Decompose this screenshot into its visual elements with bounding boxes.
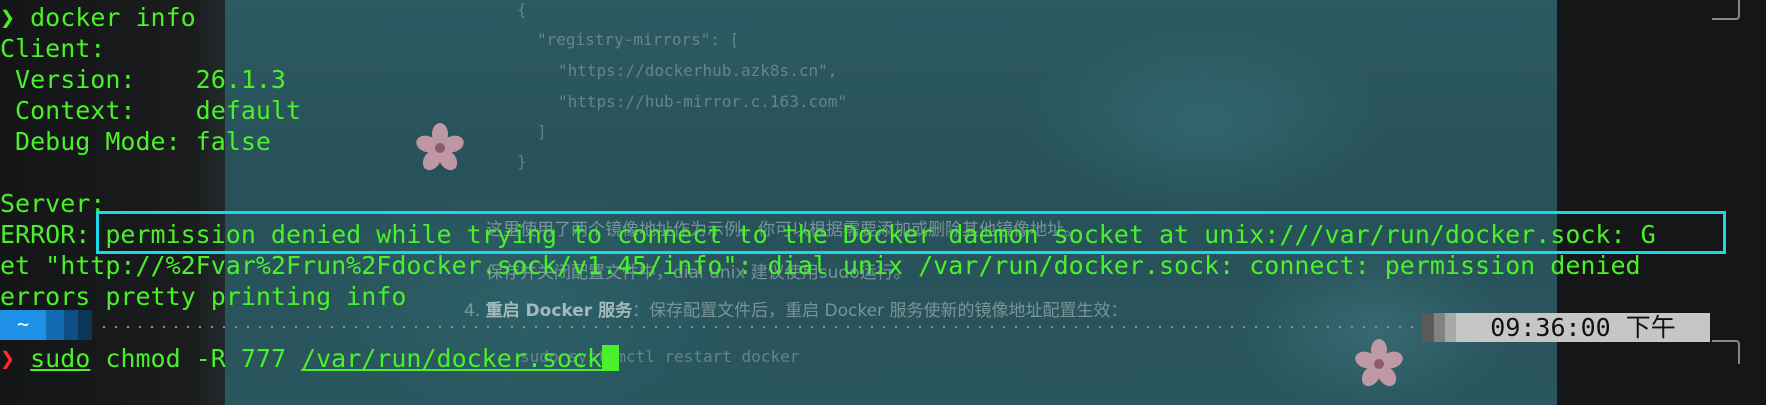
prompt-segment-separator — [1445, 313, 1456, 342]
bg-json-line: } — [517, 152, 527, 171]
terminal-line: Server: — [0, 189, 106, 218]
terminal-line: Client: — [0, 34, 106, 63]
bg-json-line: { — [517, 0, 527, 19]
window-corner-marker — [1712, 340, 1740, 364]
path-argument: /var/run/docker.sock — [301, 344, 603, 373]
prompt-filler-dots — [98, 326, 1416, 328]
prompt-segment-separator — [1422, 313, 1434, 342]
terminal-line-command: ❯ docker info — [0, 2, 196, 33]
bg-step-bold: 重启 Docker 服务 — [485, 301, 633, 321]
window-corner-marker — [1712, 0, 1740, 20]
command-text: docker info — [15, 3, 196, 32]
flower-icon — [416, 123, 464, 171]
prompt-time-segment: 09:36:00 下午 — [1456, 313, 1710, 342]
terminal-error-line-continued: et "http://%2Fvar%2Frun%2Fdocker.sock/v1… — [0, 251, 1641, 280]
error-highlight-box — [96, 211, 1726, 254]
prompt-arrow-icon: ❯ — [0, 3, 16, 32]
text-cursor — [602, 345, 620, 371]
bg-step-text: ：保存配置文件后，重启 Docker 服务使新的镜像地址配置生效： — [632, 301, 1128, 321]
bg-step-number: 4. — [464, 301, 481, 321]
command-text: chmod -R 777 — [90, 344, 302, 373]
terminal-line: errors pretty printing info — [0, 282, 407, 311]
prompt-arrow-icon: ❯ — [0, 344, 16, 373]
terminal-line: Debug Mode: false — [0, 127, 271, 156]
terminal-line: Context: default — [0, 96, 302, 125]
prompt-directory-segment: ~ — [0, 310, 46, 340]
bg-step-line: 4. 重启 Docker 服务：保存配置文件后，重启 Docker 服务使新的镜… — [464, 296, 1127, 321]
prompt-segment-separator — [78, 310, 92, 340]
terminal-input-line[interactable]: ❯ sudo chmod -R 777 /var/run/docker.sock — [0, 343, 620, 374]
prompt-segment-separator — [64, 310, 78, 340]
bg-json-line: "https://dockerhub.azk8s.cn", — [558, 61, 838, 80]
flower-icon — [1355, 339, 1403, 387]
bg-json-line: "https://hub-mirror.c.163.com" — [558, 92, 847, 111]
terminal-line: Version: 26.1.3 — [0, 65, 286, 94]
sudo-keyword: sudo — [30, 344, 91, 373]
bg-json-line: ] — [537, 122, 547, 141]
prompt-segment-separator — [1434, 313, 1445, 342]
bg-json-line: "registry-mirrors": [ — [537, 30, 740, 49]
prompt-segment-separator — [46, 310, 64, 340]
